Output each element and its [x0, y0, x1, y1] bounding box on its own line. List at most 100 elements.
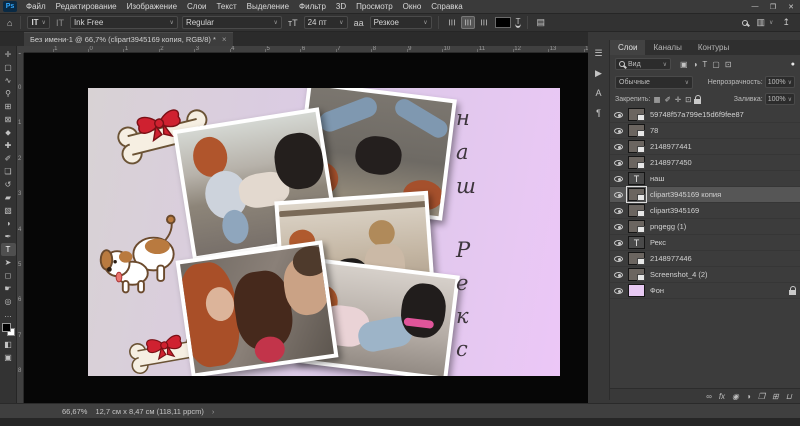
move-tool-icon[interactable]: ✛ — [1, 48, 16, 61]
color-swatches[interactable] — [1, 323, 15, 336]
visibility-eye-icon[interactable] — [614, 287, 623, 294]
visibility-eye-icon[interactable] — [614, 111, 623, 118]
quick-selection-tool-icon[interactable]: ⚲ — [1, 87, 16, 100]
visibility-eye-icon[interactable] — [614, 271, 623, 278]
shape-tool-icon[interactable]: ◻ — [1, 269, 16, 282]
search-icon[interactable] — [741, 19, 748, 26]
menu-item-слои[interactable]: Слои — [182, 0, 211, 13]
layer-row[interactable]: T Рекс — [610, 235, 800, 251]
workspace-switcher[interactable]: ▥ ∨ — [755, 17, 774, 28]
quick-mask-mode-icon[interactable]: ◧ — [1, 338, 16, 351]
filter-adjustment-layers-icon[interactable]: ◑ — [693, 60, 698, 69]
screen-mode-icon[interactable]: ▣ — [1, 351, 16, 364]
horizontal-ruler[interactable]: 2101234567891011121314 — [24, 46, 588, 53]
new-group-icon[interactable]: ❐ — [758, 392, 765, 401]
menu-item-редактирование[interactable]: Редактирование — [51, 0, 122, 13]
menu-item-выделение[interactable]: Выделение — [242, 0, 294, 13]
toggle-panels-icon[interactable]: ▤ — [534, 17, 547, 28]
layer-effects-icon[interactable]: fx — [719, 392, 725, 401]
actions-panel-icon[interactable]: ▶ — [591, 66, 607, 80]
clone-stamp-tool-icon[interactable]: ❏ — [1, 165, 16, 178]
fill-field[interactable]: 100% ∨ — [764, 93, 795, 105]
layer-row[interactable]: clipart3945169 копия — [610, 186, 800, 203]
lock-position-icon[interactable]: ✛ — [675, 95, 681, 104]
visibility-eye-icon[interactable] — [614, 143, 623, 150]
zoom-level-field[interactable]: 66,67% — [62, 407, 87, 416]
layer-row[interactable]: 78 — [610, 123, 800, 139]
menu-item-3d[interactable]: 3D — [331, 0, 351, 13]
align-bottom-icon[interactable]: ☰ — [477, 16, 491, 29]
hand-tool-icon[interactable]: ☛ — [1, 282, 16, 295]
marquee-tool-icon[interactable]: ▢ — [1, 61, 16, 74]
visibility-eye-icon[interactable] — [614, 207, 623, 214]
zoom-tool-icon[interactable]: ◎ — [1, 295, 16, 308]
menu-item-окно[interactable]: Окно — [398, 0, 427, 13]
filter-smart-objects-icon[interactable]: ⊡ — [725, 60, 732, 69]
layer-row[interactable]: Screenshot_4 (2) — [610, 267, 800, 283]
filter-shape-layers-icon[interactable]: ▢ — [712, 60, 720, 69]
visibility-eye-icon[interactable] — [614, 191, 623, 198]
menu-item-текст[interactable]: Текст — [211, 0, 241, 13]
type-tool-preset[interactable]: IT ∨ — [27, 16, 50, 29]
eraser-tool-icon[interactable]: ▰ — [1, 191, 16, 204]
lock-paint-icon[interactable]: ✐ — [665, 95, 671, 104]
minimize-button[interactable]: — — [746, 0, 764, 13]
warp-text-icon[interactable]: T — [514, 17, 522, 28]
link-layers-icon[interactable]: ∞ — [706, 392, 712, 401]
dodge-tool-icon[interactable]: ◑ — [1, 217, 16, 230]
lasso-tool-icon[interactable]: ∿ — [1, 74, 16, 87]
tab-каналы[interactable]: Каналы — [645, 40, 689, 55]
layer-row[interactable]: 59748f57a799e15d6f9fee87 — [610, 107, 800, 123]
layer-row[interactable]: pngegg (1) — [610, 219, 800, 235]
lock-all-icon[interactable] — [694, 94, 702, 104]
home-icon[interactable]: ⌂ — [5, 18, 14, 28]
pen-tool-icon[interactable]: ✒ — [1, 230, 16, 243]
layer-filter-select[interactable]: Вид ∨ — [615, 58, 671, 70]
type-orientation-icon[interactable]: IT — [54, 18, 66, 28]
font-style-select[interactable]: Regular ∨ — [181, 16, 282, 29]
layer-row[interactable]: 2148977441 — [610, 139, 800, 155]
visibility-eye-icon[interactable] — [614, 239, 623, 246]
layer-row[interactable]: 2148977450 — [610, 155, 800, 171]
opacity-field[interactable]: 100% ∨ — [764, 76, 795, 88]
anti-alias-select[interactable]: Резкое ∨ — [369, 16, 432, 29]
status-menu-chevron-icon[interactable]: › — [212, 407, 215, 416]
share-icon[interactable]: ↥ — [780, 17, 792, 28]
properties-panel-icon[interactable]: ☰ — [591, 46, 607, 60]
document-tab[interactable]: Без имени-1 @ 66,7% (clipart3945169 копи… — [24, 32, 233, 46]
close-button[interactable]: ✕ — [782, 0, 800, 13]
menu-item-просмотр[interactable]: Просмотр — [351, 0, 398, 13]
canvas-document[interactable]: наш Рекс — [88, 88, 560, 376]
add-layer-mask-icon[interactable]: ◉ — [732, 392, 739, 401]
restore-button[interactable]: ❐ — [764, 0, 782, 13]
visibility-eye-icon[interactable] — [614, 127, 623, 134]
eyedropper-tool-icon[interactable]: ⬥ — [1, 126, 16, 139]
blend-mode-select[interactable]: Обычные ∨ — [615, 75, 693, 89]
filter-pixel-layers-icon[interactable]: ▣ — [680, 60, 688, 69]
align-top-icon[interactable]: ☰ — [445, 16, 459, 29]
gradient-tool-icon[interactable]: ▧ — [1, 204, 16, 217]
adjustment-layer-icon[interactable]: ◑ — [746, 392, 751, 401]
paragraph-panel-icon[interactable]: ¶ — [591, 106, 607, 120]
font-size-select[interactable]: 24 пт ∨ — [303, 16, 348, 29]
vertical-ruler[interactable]: 10123456789 — [17, 53, 24, 403]
foreground-color-swatch[interactable] — [1, 323, 11, 332]
visibility-eye-icon[interactable] — [614, 255, 623, 262]
layer-row[interactable]: clipart3945169 — [610, 203, 800, 219]
edit-toolbar-icon[interactable]: … — [1, 308, 16, 321]
menu-item-фильтр[interactable]: Фильтр — [294, 0, 331, 13]
visibility-eye-icon[interactable] — [614, 223, 623, 230]
font-family-select[interactable]: Ink Free ∨ — [69, 16, 178, 29]
menu-item-справка[interactable]: Справка — [426, 0, 467, 13]
frame-tool-icon[interactable]: ⊠ — [1, 113, 16, 126]
close-tab-icon[interactable]: × — [222, 35, 227, 44]
menu-item-файл[interactable]: Файл — [21, 0, 51, 13]
layer-row[interactable]: Фон — [610, 283, 800, 299]
lock-artboard-icon[interactable]: ⊡ — [685, 95, 691, 104]
brush-tool-icon[interactable]: ✐ — [1, 152, 16, 165]
path-selection-tool-icon[interactable]: ➤ — [1, 256, 16, 269]
align-center-icon[interactable]: ☰ — [460, 16, 475, 29]
layer-row[interactable]: Tнаш — [610, 171, 800, 187]
filter-type-layers-icon[interactable]: T — [702, 60, 707, 69]
filter-toggle-icon[interactable]: ● — [791, 61, 795, 68]
